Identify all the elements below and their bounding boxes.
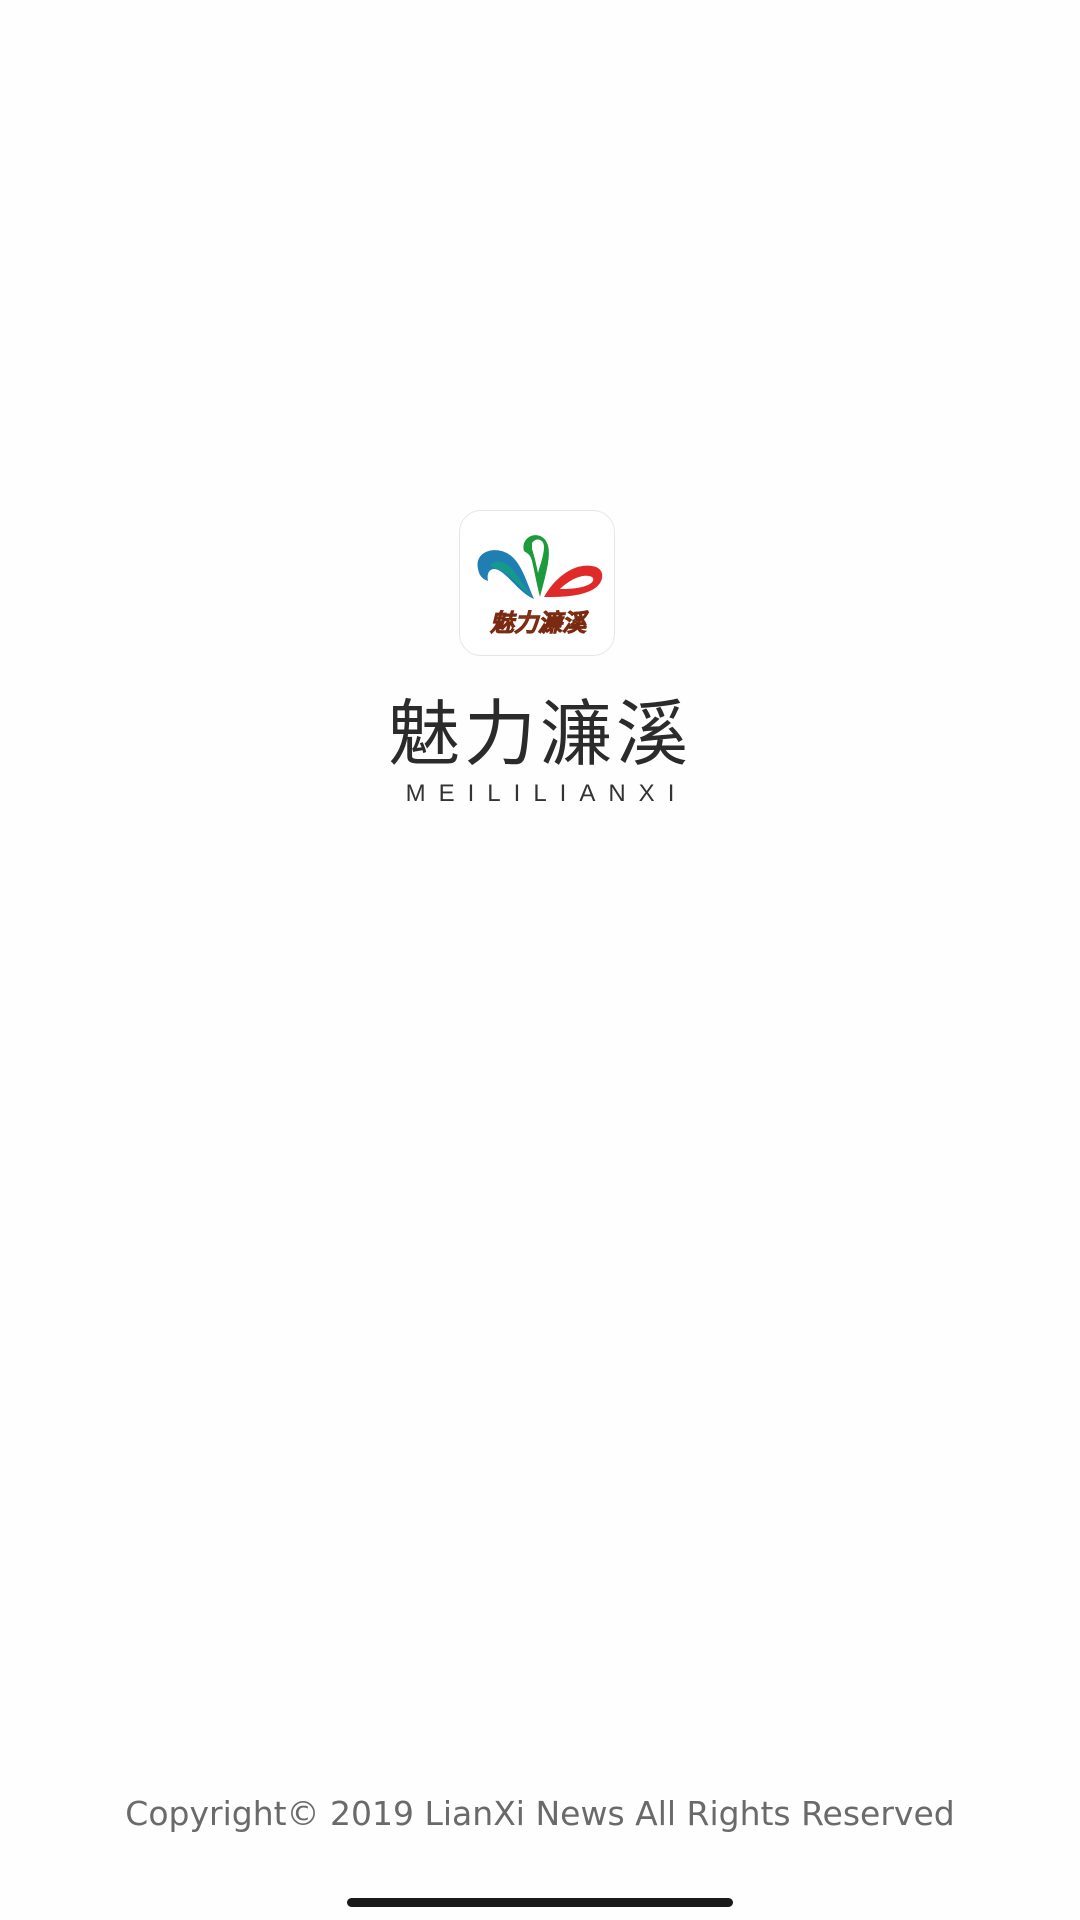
copyright-text: Copyright© 2019 LianXi News All Rights R… (125, 1794, 955, 1833)
svg-text:魅力濂溪: 魅力濂溪 (490, 608, 589, 637)
app-logo-icon: 魅力濂溪 (459, 510, 615, 656)
home-indicator[interactable] (347, 1898, 733, 1907)
splash-screen: 魅力濂溪 魅力濂溪 MEILILIANXI Copyright© 2019 Li… (0, 0, 1080, 1920)
app-subtitle: MEILILIANXI (405, 780, 688, 807)
app-title: 魅力濂溪 (387, 692, 692, 776)
